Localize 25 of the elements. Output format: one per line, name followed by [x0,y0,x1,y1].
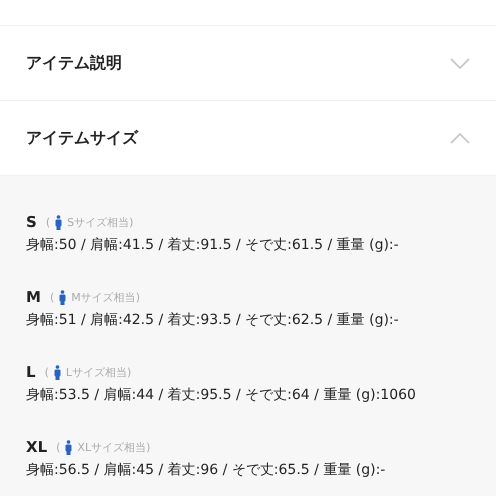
parenthesis: ( [56,440,60,454]
chevron-up-icon [450,132,470,144]
parenthesis: ( [46,216,50,228]
section-title: アイテム説明 [26,52,122,74]
section-title: アイテムサイズ [26,128,138,148]
size-measurements: 身幅:53.5 / 肩幅:44 / 着丈:95.5 / そで丈:64 / 重量 (g):1060 [26,386,417,404]
size-label: S [26,213,37,231]
size-equivalent: Lサイズ相当) [66,364,132,380]
size-equivalent: Mサイズ相当) [71,290,140,304]
size-measurements: 身幅:56.5 / 肩幅:45 / 着丈:96 / そで丈:65.5 / 重量 (g):- [26,461,386,479]
size-label: L [26,363,36,381]
size-equivalent: XLサイズ相当) [77,440,150,454]
person-icon [54,364,61,380]
parenthesis: ( [44,366,49,378]
size-measurements: 身幅:51 / 肩幅:42.5 / 着丈:93.5 / そで丈:62.5 / 重量 (g):- [26,311,400,329]
person-icon [55,214,62,230]
size-measurements: 身幅:50 / 肩幅:41.5 / 着丈:91.5 / そで丈:61.5 / 重量 (g):- [26,236,400,254]
size-equivalent: Sサイズ相当) [67,214,134,230]
parenthesis: ( [50,290,54,304]
person-icon [65,440,72,454]
chevron-down-icon [450,58,470,68]
size-label: M [26,288,41,306]
person-icon [59,290,66,304]
section-header[interactable]: アイテム説明 [0,26,496,101]
size-label: XL [26,438,48,456]
